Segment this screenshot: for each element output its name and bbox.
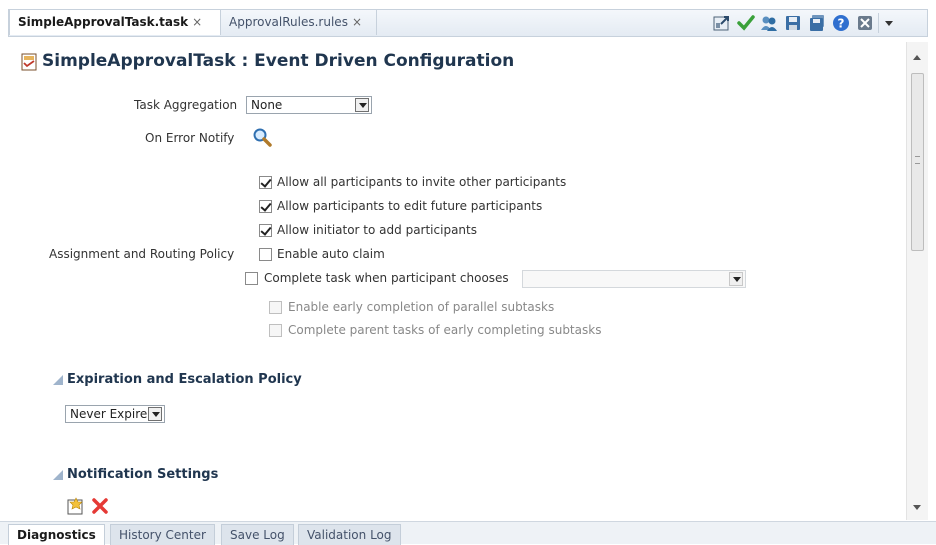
add-notification-icon[interactable] [67,497,85,515]
grip-icon [915,156,920,164]
tab-approval-rules[interactable]: ApprovalRules.rules × [221,10,377,35]
expiration-select[interactable]: Never Expire [65,405,165,423]
dropdown-arrow-icon[interactable] [885,21,893,26]
notification-section-heading[interactable]: Notification Settings [67,467,218,482]
svg-text:?: ? [838,17,845,31]
assignment-routing-label: Assignment and Routing Policy [49,247,235,261]
close-icon[interactable] [856,14,874,32]
tab-save-log[interactable]: Save Log [221,524,294,545]
task-aggregation-label: Task Aggregation [134,98,238,112]
early-completion-checkbox [269,301,282,314]
allow-initiator-add-label: Allow initiator to add participants [277,223,477,237]
enable-auto-claim-checkbox[interactable] [259,248,272,261]
participant-choice-select[interactable] [522,270,746,288]
tab-close-icon[interactable]: × [352,10,362,35]
enable-auto-claim-label: Enable auto claim [277,247,385,261]
complete-task-label: Complete task when participant chooses [264,271,509,285]
task-file-icon [21,53,37,71]
tab-label: ApprovalRules.rules [229,15,348,29]
chevron-down-icon[interactable] [148,407,162,421]
editor-tab-bar: SimpleApprovalTask.task × ApprovalRules.r… [0,0,936,42]
tab-label: SimpleApprovalTask.task [18,15,189,29]
complete-parent-checkbox [269,324,282,337]
tab-history-center[interactable]: History Center [110,524,215,545]
bottom-tab-bar: Diagnostics History Center Save Log Vali… [0,521,936,545]
scroll-down-icon[interactable] [913,505,921,510]
scrollbar-thumb[interactable] [911,73,924,251]
allow-invite-label: Allow all participants to invite other p… [277,175,567,189]
users-icon[interactable] [760,14,778,32]
tab-validation-log[interactable]: Validation Log [298,524,401,545]
page-title: SimpleApprovalTask : Event Driven Config… [42,51,515,71]
on-error-notify-label: On Error Notify [145,131,235,145]
editor-content: SimpleApprovalTask : Event Driven Config… [8,42,906,520]
complete-parent-label: Complete parent tasks of early completin… [288,323,602,337]
chevron-down-icon[interactable] [355,98,369,112]
expiration-section-heading[interactable]: Expiration and Escalation Policy [67,372,302,387]
vertical-scrollbar[interactable] [906,42,928,520]
tab-close-icon[interactable]: × [192,10,202,35]
collapse-triangle-icon[interactable] [53,375,63,385]
toolbar-divider [878,13,879,33]
expiration-value: Never Expire [70,407,148,421]
allow-initiator-add-checkbox[interactable] [259,224,272,237]
allow-edit-future-label: Allow participants to edit future partic… [277,199,543,213]
export-icon[interactable] [713,14,731,32]
delete-icon[interactable] [92,498,108,514]
scroll-up-icon[interactable] [913,55,921,60]
complete-task-checkbox[interactable] [245,272,258,285]
allow-edit-future-checkbox[interactable] [259,200,272,213]
chevron-down-icon[interactable] [729,272,743,286]
collapse-triangle-icon[interactable] [53,470,63,480]
save-all-icon[interactable] [808,14,826,32]
help-icon[interactable]: ? [832,14,850,32]
save-icon[interactable] [784,14,802,32]
tab-simple-approval-task[interactable]: SimpleApprovalTask.task × [9,10,221,35]
early-completion-label: Enable early completion of parallel subt… [288,300,555,314]
search-icon[interactable] [252,127,272,147]
task-aggregation-select[interactable]: None [246,96,372,114]
task-aggregation-value: None [251,98,283,112]
allow-invite-checkbox[interactable] [259,176,272,189]
validate-check-icon[interactable] [737,14,755,32]
tab-diagnostics[interactable]: Diagnostics [8,524,105,545]
